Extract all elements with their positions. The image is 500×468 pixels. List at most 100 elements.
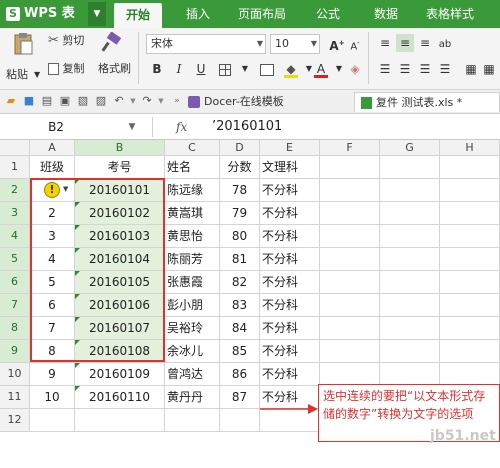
- tab-formulas[interactable]: 公式: [316, 0, 340, 28]
- clear-format-button[interactable]: ◈: [346, 60, 364, 78]
- row-header[interactable]: 11: [0, 386, 30, 409]
- cell-h4[interactable]: [440, 225, 500, 248]
- redo-dropdown-icon[interactable]: ▼: [154, 94, 168, 108]
- column-title-e[interactable]: 文理科: [260, 156, 320, 179]
- row-header[interactable]: 12: [0, 409, 30, 432]
- row-header[interactable]: 9: [0, 340, 30, 363]
- cell-b12[interactable]: [75, 409, 165, 432]
- cell-f10[interactable]: [320, 363, 380, 386]
- cell-e2[interactable]: 不分科: [260, 179, 320, 202]
- column-title-d[interactable]: 分数: [220, 156, 260, 179]
- cell-d4[interactable]: 80: [220, 225, 260, 248]
- cell-d6[interactable]: 82: [220, 271, 260, 294]
- row-header[interactable]: 10: [0, 363, 30, 386]
- save-icon[interactable]: ■: [22, 94, 36, 108]
- wrap-text-button[interactable]: ▦: [462, 60, 480, 78]
- tab-page-layout[interactable]: 页面布局: [238, 0, 286, 28]
- borders-dropdown-icon[interactable]: ▼: [236, 60, 254, 78]
- tab-table-style[interactable]: 表格样式: [426, 0, 474, 28]
- cell-d2[interactable]: 78: [220, 179, 260, 202]
- cell-g2[interactable]: [380, 179, 440, 202]
- align-center-button[interactable]: ☰: [396, 60, 414, 78]
- cell-g7[interactable]: [380, 294, 440, 317]
- cell-c7[interactable]: 彭小朋: [165, 294, 220, 317]
- tab-data[interactable]: 数据: [374, 0, 398, 28]
- export-pdf-icon[interactable]: ▧: [76, 94, 90, 108]
- merge-cells-button[interactable]: [258, 60, 276, 78]
- font-color-button[interactable]: A: [312, 60, 330, 78]
- cell-d5[interactable]: 81: [220, 248, 260, 271]
- row-header[interactable]: 4: [0, 225, 30, 248]
- column-title-c[interactable]: 姓名: [165, 156, 220, 179]
- app-logo[interactable]: SWPS 表格: [0, 0, 86, 49]
- cell-g6[interactable]: [380, 271, 440, 294]
- cell-e10[interactable]: 不分科: [260, 363, 320, 386]
- open-folder-icon[interactable]: ▰: [4, 94, 18, 108]
- paste-dropdown-icon[interactable]: ▼: [34, 66, 40, 84]
- cell-a10[interactable]: 9: [30, 363, 75, 386]
- cell-e5[interactable]: 不分科: [260, 248, 320, 271]
- cell-g3[interactable]: [380, 202, 440, 225]
- cell-c10[interactable]: 曾鸿达: [165, 363, 220, 386]
- cell-g4[interactable]: [380, 225, 440, 248]
- cell-e3[interactable]: 不分科: [260, 202, 320, 225]
- cell-h1[interactable]: [440, 156, 500, 179]
- doc-tab-docer[interactable]: Docer-在线模板: [188, 92, 284, 112]
- formula-input[interactable]: ’20160101: [212, 117, 282, 137]
- cell-h10[interactable]: [440, 363, 500, 386]
- column-title-b[interactable]: 考号: [75, 156, 165, 179]
- italic-button[interactable]: I: [170, 60, 188, 78]
- cell-c8[interactable]: 吴裕玲: [165, 317, 220, 340]
- doc-tab-active[interactable]: 复件 测试表.xls *: [354, 92, 500, 112]
- cell-h3[interactable]: [440, 202, 500, 225]
- column-title-a[interactable]: 班级: [30, 156, 75, 179]
- cell-f7[interactable]: [320, 294, 380, 317]
- screenshot-icon[interactable]: ▨: [94, 94, 108, 108]
- cell-d12[interactable]: [220, 409, 260, 432]
- cell-d7[interactable]: 83: [220, 294, 260, 317]
- cell-f2[interactable]: [320, 179, 380, 202]
- cell-f5[interactable]: [320, 248, 380, 271]
- font-size-select[interactable]: 10 ▼: [270, 34, 320, 54]
- row-header[interactable]: 1: [0, 156, 30, 179]
- print-preview-icon[interactable]: ▣: [58, 94, 72, 108]
- cell-c9[interactable]: 余冰儿: [165, 340, 220, 363]
- cell-c4[interactable]: 黄思怡: [165, 225, 220, 248]
- more-button[interactable]: ▦: [480, 60, 498, 78]
- cell-g9[interactable]: [380, 340, 440, 363]
- cell-d10[interactable]: 86: [220, 363, 260, 386]
- cell-f8[interactable]: [320, 317, 380, 340]
- app-menu-dropdown-icon[interactable]: ▼: [88, 2, 106, 26]
- cell-h5[interactable]: [440, 248, 500, 271]
- column-header-d[interactable]: D: [220, 140, 260, 156]
- cell-h8[interactable]: [440, 317, 500, 340]
- cell-c12[interactable]: [165, 409, 220, 432]
- cell-d11[interactable]: 87: [220, 386, 260, 409]
- cell-e9[interactable]: 不分科: [260, 340, 320, 363]
- cell-a11[interactable]: 10: [30, 386, 75, 409]
- cell-e8[interactable]: 不分科: [260, 317, 320, 340]
- row-header[interactable]: 3: [0, 202, 30, 225]
- cell-b10[interactable]: 20160109: [75, 363, 165, 386]
- cell-g8[interactable]: [380, 317, 440, 340]
- column-header-e[interactable]: E: [260, 140, 320, 156]
- name-box-dropdown-icon[interactable]: ▼: [118, 117, 146, 137]
- row-header[interactable]: 6: [0, 271, 30, 294]
- cell-d3[interactable]: 79: [220, 202, 260, 225]
- cell-h6[interactable]: [440, 271, 500, 294]
- fill-color-button[interactable]: ◆: [282, 60, 300, 78]
- justify-button[interactable]: ☰: [436, 60, 454, 78]
- name-box[interactable]: B2: [0, 117, 112, 137]
- align-left-button[interactable]: ☰: [376, 60, 394, 78]
- format-painter-button[interactable]: [100, 31, 122, 52]
- paste-button[interactable]: [8, 32, 38, 59]
- cell-b11[interactable]: 20160110: [75, 386, 165, 409]
- orientation-button[interactable]: ab: [436, 34, 454, 52]
- print-icon[interactable]: ▤: [40, 94, 54, 108]
- undo-icon[interactable]: ↶: [112, 94, 126, 108]
- copy-button[interactable]: 复制: [48, 60, 85, 78]
- bold-button[interactable]: B: [148, 60, 166, 78]
- cell-h7[interactable]: [440, 294, 500, 317]
- cell-f1[interactable]: [320, 156, 380, 179]
- align-bottom-button[interactable]: ≡: [416, 34, 434, 52]
